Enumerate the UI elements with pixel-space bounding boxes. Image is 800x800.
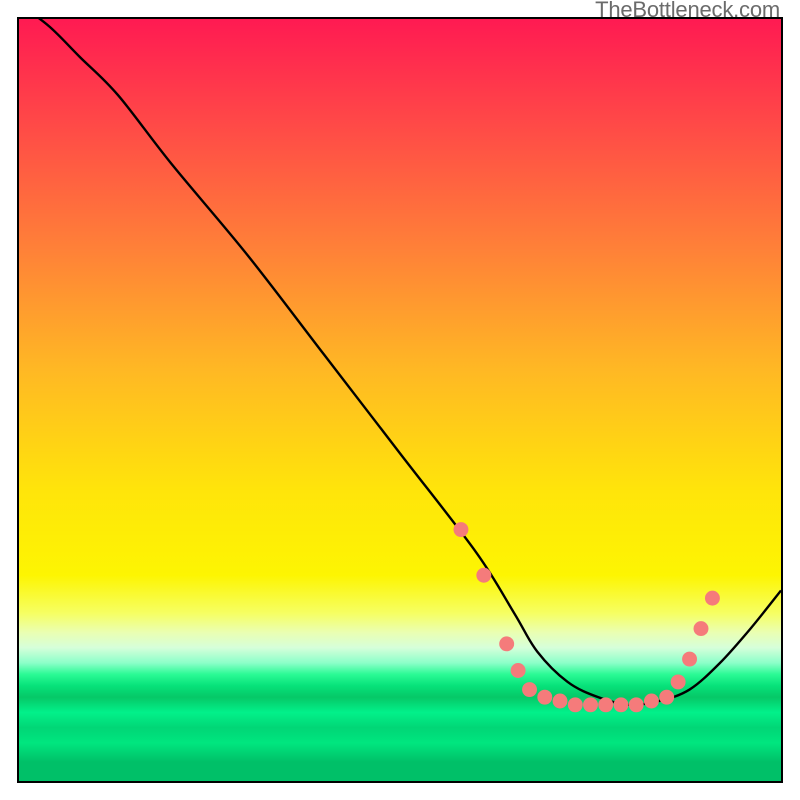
curve-marker [499,636,514,651]
curve-marker [671,674,686,689]
curve-layer [19,19,781,781]
curve-marker [511,663,526,678]
curve-marker [644,694,659,709]
curve-marker [522,682,537,697]
curve-marker [598,697,613,712]
curve-marker [705,591,720,606]
curve-marker [537,690,552,705]
curve-marker [476,568,491,583]
curve-marker [553,694,568,709]
curve-marker [614,697,629,712]
curve-marker [694,621,709,636]
curve-marker [568,697,583,712]
plot-area [17,17,783,783]
curve-marker [583,697,598,712]
curve-marker [682,652,697,667]
curve-marker [629,697,644,712]
curve-marker [453,522,468,537]
curve-markers [453,522,719,712]
curve-marker [659,690,674,705]
bottleneck-curve-line [19,19,781,705]
bottleneck-chart: TheBottleneck.com [0,0,800,800]
